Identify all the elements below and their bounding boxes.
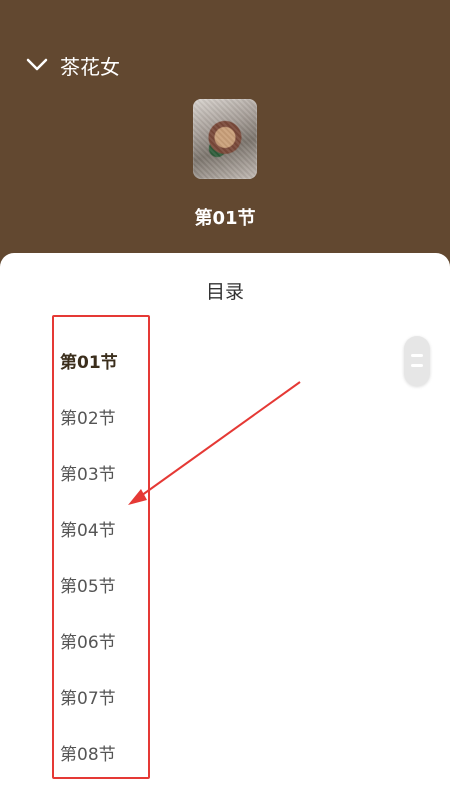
annotation-arrow-icon [128,381,301,505]
